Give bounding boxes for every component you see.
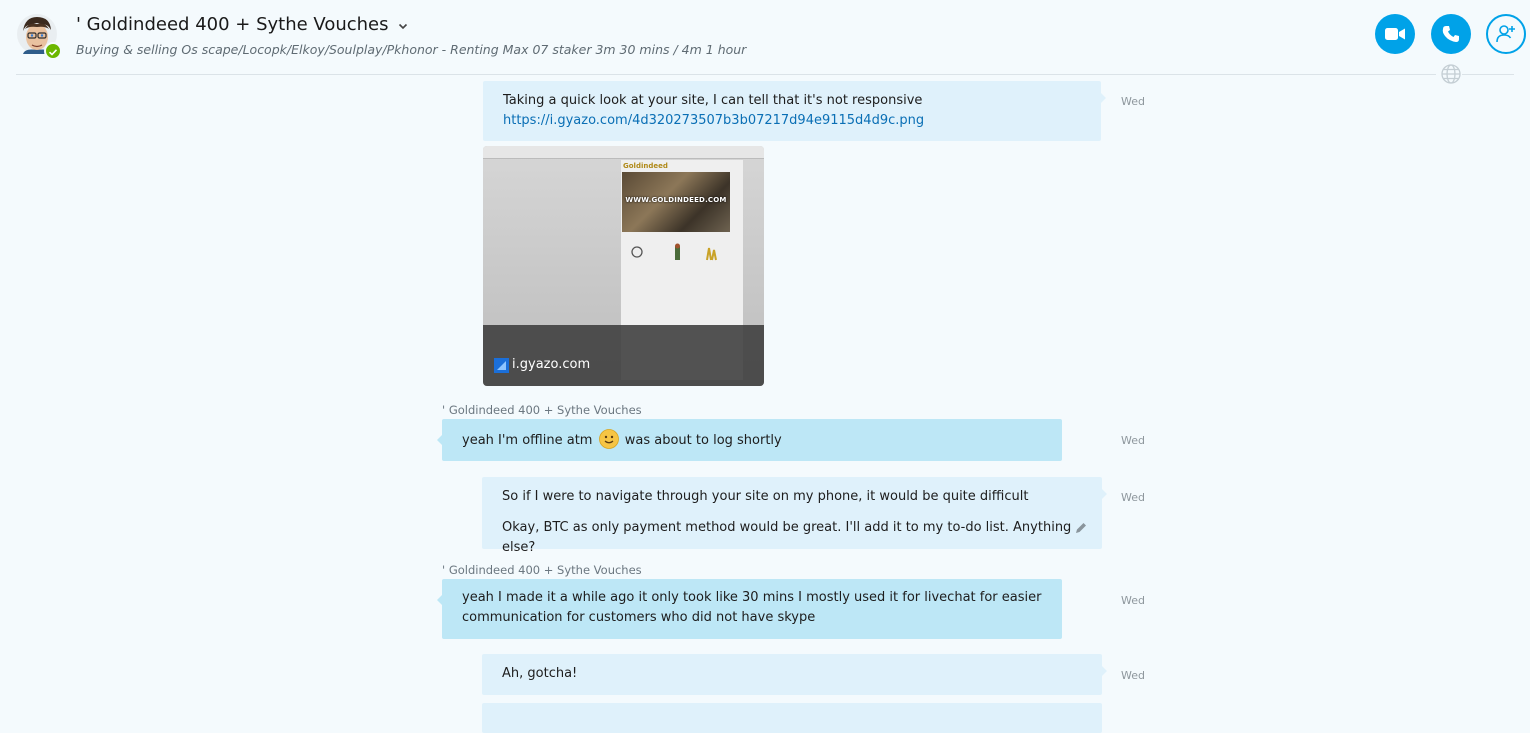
bubble-tail [437,435,442,445]
bubble-tail [1102,666,1107,676]
message-line: communication for customers who did not … [462,610,816,625]
add-person-icon [1496,25,1515,43]
online-status-badge [44,42,62,60]
audio-call-button[interactable] [1431,14,1471,54]
bubble-tail [437,595,442,605]
preview-browser-toolbar [483,146,764,159]
incoming-message[interactable]: yeah I made it a while ago it only took … [437,579,1062,639]
message-line: Okay, BTC as only payment method would b… [502,520,1072,555]
chevron-down-icon[interactable] [397,20,409,32]
conversation-header: ' Goldindeed 400 + Sythe Vouches Buying … [0,0,1530,84]
message-timestamp: Wed [1121,95,1145,108]
preview-caption: i.gyazo.com [512,357,591,372]
smile-emoji-icon [598,429,619,449]
message-timestamp: Wed [1121,669,1145,682]
header-divider-right [1462,74,1514,75]
preview-site-logo: Goldindeed [623,162,668,170]
edited-pencil-icon [1076,523,1086,533]
mood-message: Buying & selling Os scape/Locopk/Elkoy/S… [76,42,747,57]
outgoing-message[interactable]: Taking a quick look at your site, I can … [483,81,1106,141]
gyazo-icon [494,358,509,373]
bubble-tail [1101,93,1106,103]
checkmark-icon [48,49,58,56]
message-line: yeah I made it a while ago it only took … [462,590,1042,605]
video-call-icon [1385,28,1405,40]
bubble-tail [1102,489,1107,499]
message-text: yeah I'm offline atm [462,433,593,448]
video-call-button[interactable] [1375,14,1415,54]
header-divider [16,74,1436,75]
outgoing-message-partial[interactable] [482,703,1102,733]
message-text: Ah, gotcha! [502,666,578,681]
outgoing-message[interactable]: So if I were to navigate through your si… [482,477,1107,555]
message-link[interactable]: https://i.gyazo.com/4d320273507b3b07217d… [503,113,924,128]
conversation-title[interactable]: ' Goldindeed 400 + Sythe Vouches [76,14,389,35]
globe-icon[interactable] [1440,63,1462,85]
outgoing-message[interactable]: Ah, gotcha! [482,654,1107,695]
message-text: Taking a quick look at your site, I can … [503,93,923,108]
phone-icon [1442,26,1459,42]
preview-caption-bar [483,325,764,386]
preview-banner-text: WWW.GOLDINDEED.COM [625,196,727,204]
message-timestamp: Wed [1121,434,1145,447]
add-people-button[interactable] [1486,14,1526,54]
message-timestamp: Wed [1121,594,1145,607]
message-text-continued: was about to log shortly [624,433,782,448]
message-timestamp: Wed [1121,491,1145,504]
sender-name: ' Goldindeed 400 + Sythe Vouches [442,563,642,577]
incoming-message[interactable]: yeah I'm offline atm was about to log sh… [437,419,1062,461]
preview-site-icons [631,243,717,261]
conversation-title-row[interactable]: ' Goldindeed 400 + Sythe Vouches [76,14,409,35]
message-line: So if I were to navigate through your si… [502,489,1029,504]
sender-name: ' Goldindeed 400 + Sythe Vouches [442,403,642,417]
link-preview-card[interactable]: Goldindeed WWW.GOLDINDEED.COM i.gyazo.co… [483,146,764,386]
